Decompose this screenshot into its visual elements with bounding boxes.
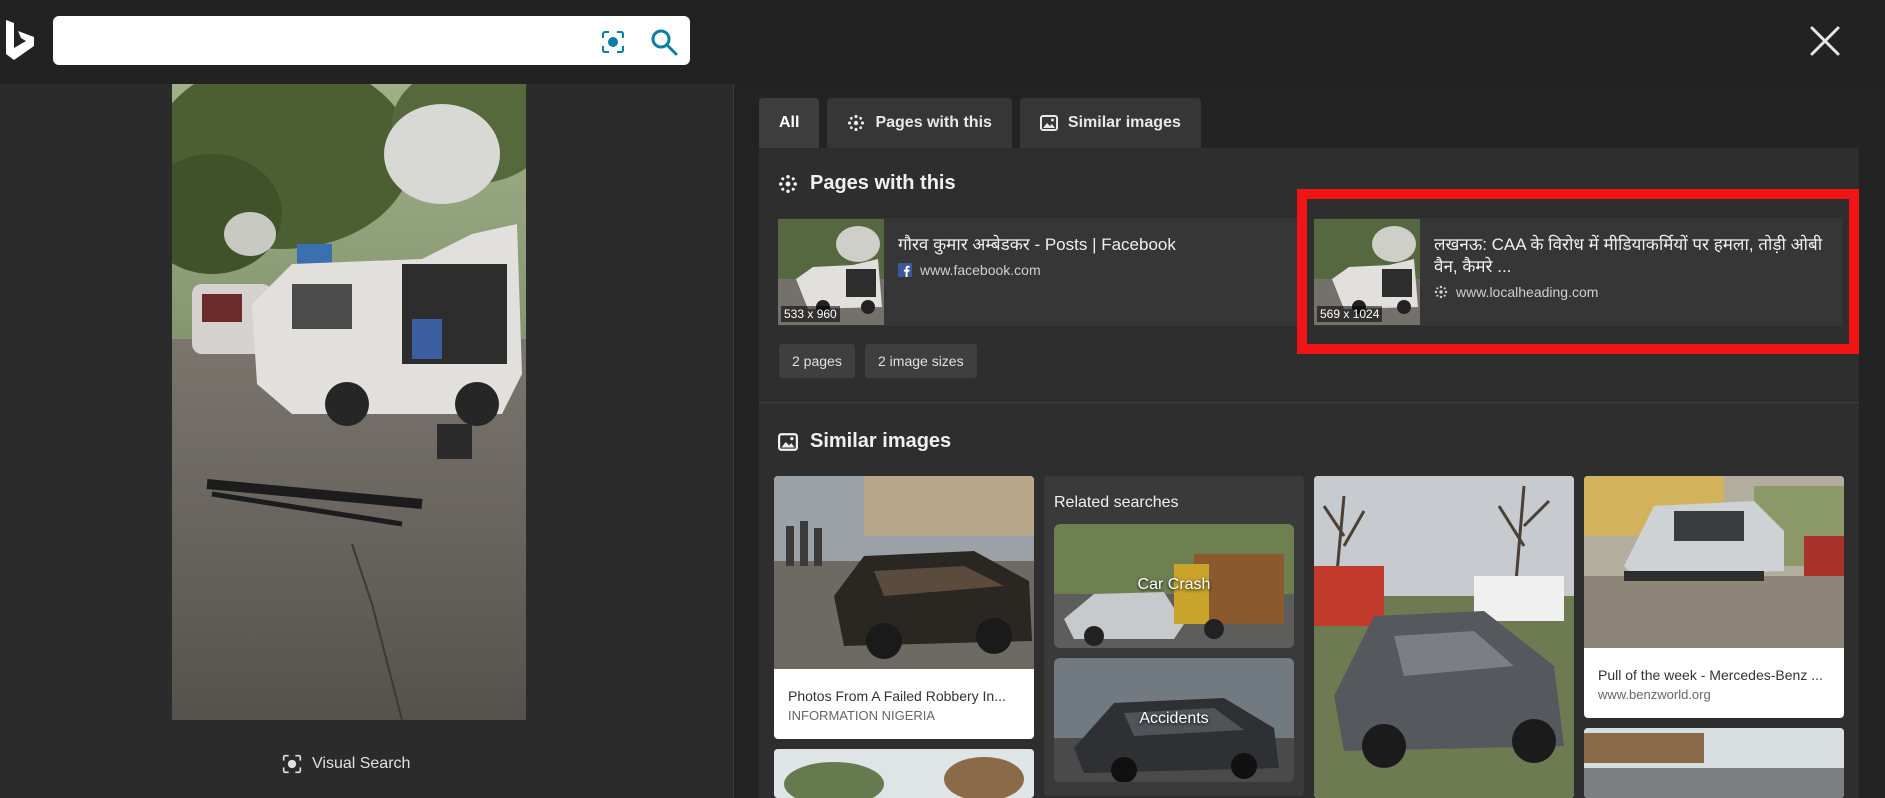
page-source: www.localheading.com [1456,284,1599,300]
bing-logo-icon[interactable] [4,20,38,60]
tab-similar-images[interactable]: Similar images [1019,98,1201,148]
similar-image-source: INFORMATION NIGERIA [788,708,936,723]
similar-image-card[interactable] [1314,476,1574,798]
visual-search-icon[interactable] [601,30,625,54]
visual-search-button[interactable]: Visual Search [282,752,410,776]
search-box [53,16,690,65]
tab-pages-with-this[interactable]: Pages with this [827,98,1012,148]
pages-with-this-title: Pages with this [810,172,956,194]
related-search-label: Car Crash [1137,576,1211,593]
similar-image-source: www.benzworld.org [1598,687,1711,702]
similar-image-thumbnail [1584,476,1844,648]
pages-count-chip[interactable]: 2 pages [779,344,855,378]
globe-icon [1434,285,1448,299]
visual-search-icon [282,754,302,774]
similar-images-heading: Similar images [778,430,951,453]
similar-image-card[interactable] [1584,728,1844,798]
similar-image-card[interactable] [774,749,1034,798]
visual-search-label: Visual Search [312,755,411,772]
pages-icon [848,114,865,132]
tab-bar: All Pages with this Similar images [759,98,1201,148]
page-title[interactable]: गौरव कुमार अम्बेडकर - Posts | Facebook [898,234,1176,256]
tab-pages-label: Pages with this [875,114,992,131]
tab-similar-label: Similar images [1067,114,1181,131]
similar-image-thumbnail [1584,728,1844,798]
page-thumbnail: 569 x 1024 [1314,219,1420,325]
image-size-badge: 533 x 960 [781,306,840,322]
similar-image-title: Photos From A Failed Robbery In... [788,688,1006,704]
page-result-card[interactable]: 569 x 1024 लखनऊ: CAA के विरोध में मीडिया… [1314,218,1842,326]
related-search-accidents[interactable]: Accidents [1054,658,1294,782]
similar-image-thumbnail [1314,476,1574,798]
page-title[interactable]: लखनऊ: CAA के विरोध में मीडियाकर्मियों पर… [1434,234,1828,278]
related-searches-title: Related searches [1054,494,1179,511]
tab-all[interactable]: All [759,98,820,148]
page-thumbnail: 533 x 960 [778,219,884,325]
similar-image-card[interactable]: Photos From A Failed Robbery In... INFOR… [774,476,1034,739]
pages-icon [779,174,797,193]
image-size-badge: 569 x 1024 [1317,306,1383,322]
image-icon [778,432,798,451]
related-search-car-crash[interactable]: Car Crash [1054,524,1294,648]
page-result-card[interactable]: 533 x 960 गौरव कुमार अम्बेडकर - Posts | … [778,218,1306,326]
close-icon[interactable] [1808,24,1842,58]
similar-image-card[interactable]: Pull of the week - Mercedes-Benz ... www… [1584,476,1844,718]
image-icon [1039,115,1058,131]
tab-all-label: All [779,114,800,131]
search-input[interactable] [67,26,587,54]
search-icon[interactable] [650,28,678,56]
page-source: www.facebook.com [920,262,1041,278]
similar-image-title: Pull of the week - Mercedes-Benz ... [1598,667,1823,683]
similar-images-title: Similar images [810,430,952,452]
related-searches: Related searches Car Crash Accidents [1044,476,1304,796]
image-sizes-chip[interactable]: 2 image sizes [865,344,977,378]
main-image [172,84,526,720]
section-divider [759,402,1859,403]
similar-image-thumbnail [774,476,1034,669]
related-search-label: Accidents [1139,710,1209,727]
pages-with-this-heading: Pages with this [778,172,956,195]
similar-image-thumbnail [774,749,1034,798]
facebook-icon [898,263,912,277]
